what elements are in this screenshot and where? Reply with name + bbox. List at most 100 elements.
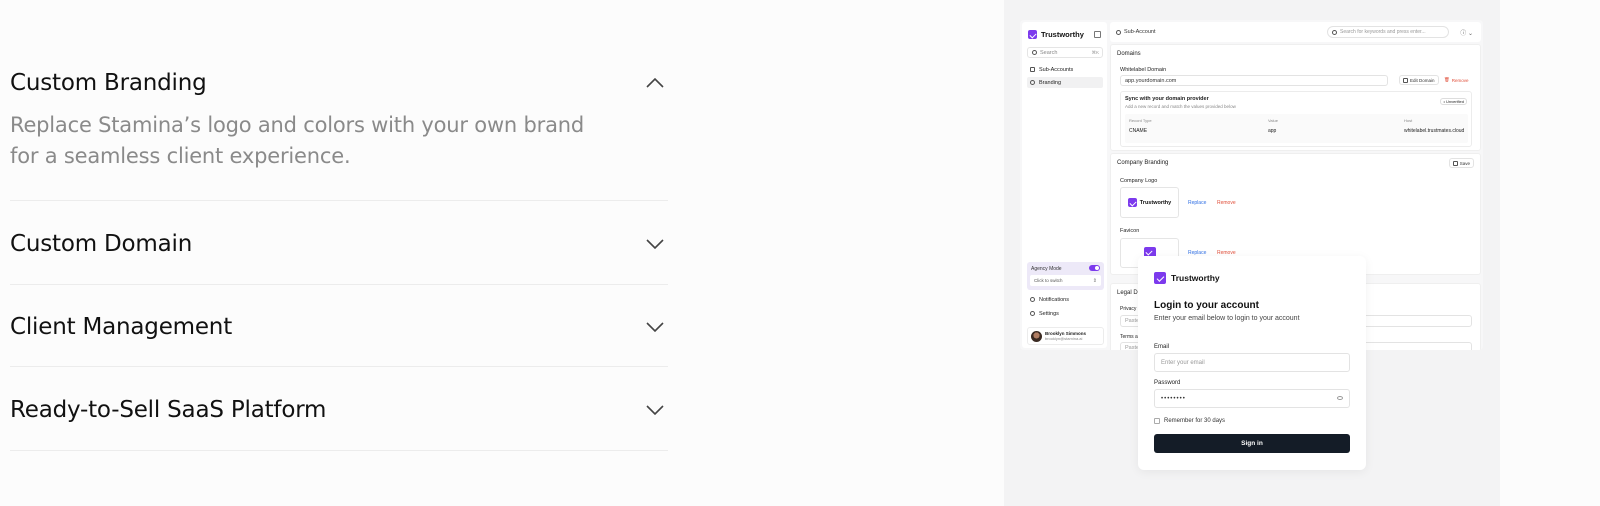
login-brand-name: Trustworthy [1171, 273, 1220, 283]
sidebar-item-notifications[interactable]: Notifications [1027, 294, 1103, 305]
search-shortcut: ⌘K [1091, 49, 1099, 55]
breadcrumb[interactable]: Sub-Account [1116, 29, 1156, 35]
building-icon [1030, 67, 1035, 72]
account-switcher[interactable]: Click to switch ⇕ [1030, 275, 1101, 286]
edit-domain-button[interactable]: Edit Domain [1399, 75, 1439, 85]
brand-logo-icon [1154, 272, 1166, 284]
sync-description: Add a new record and match the values pr… [1125, 104, 1236, 109]
remove-domain-button[interactable]: 🗑 Remove [1441, 75, 1472, 85]
accordion-title: Custom Branding [10, 70, 207, 96]
sidebar-item-sub-accounts[interactable]: Sub-Accounts [1027, 64, 1103, 75]
brand-logo-icon [1028, 30, 1037, 39]
table-cell[interactable]: whitelabel.trustmates.cloud [1404, 128, 1464, 134]
sidebar-search-placeholder: Search [1040, 49, 1058, 56]
favicon-label: Favicon [1120, 228, 1140, 234]
sidebar-item-settings[interactable]: Settings [1027, 308, 1103, 319]
accordion-title: Client Management [10, 314, 233, 340]
search-icon [1032, 50, 1037, 55]
brand-logo-icon [1127, 198, 1137, 207]
page: Custom Branding Replace Stamina’s logo a… [0, 0, 1600, 506]
login-card: Trustworthy Login to your account Enter … [1138, 256, 1366, 470]
brand-name: Trustworthy [1041, 30, 1084, 39]
help-icon[interactable]: ⓘ ⌄ [1460, 28, 1473, 37]
replace-logo-button[interactable]: Replace [1188, 200, 1206, 206]
bell-icon [1030, 297, 1035, 302]
chevron-up-icon[interactable] [644, 72, 666, 94]
accordion-item-custom-domain: Custom Domain [10, 201, 668, 285]
search-icon [1332, 29, 1337, 35]
user-profile[interactable]: Brooklyn Simmons brooklyn@stamina.ai [1027, 327, 1104, 345]
app-topbar: Sub-Account Search for keywords and pres… [1110, 22, 1481, 42]
checkbox-icon[interactable] [1154, 418, 1160, 424]
feature-accordion: Custom Branding Replace Stamina’s logo a… [10, 40, 668, 451]
breadcrumb-label: Sub-Account [1124, 29, 1156, 35]
email-field[interactable]: Enter your email [1154, 353, 1350, 372]
sidebar-search-input[interactable]: Search ⌘K [1027, 47, 1103, 58]
email-label: Email [1154, 344, 1170, 350]
top-search-placeholder: Search for keywords and press enter... [1340, 29, 1426, 35]
sidebar-item-label: Branding [1039, 79, 1062, 86]
top-search-input[interactable]: Search for keywords and press enter... [1327, 26, 1449, 38]
edit-icon [1403, 77, 1408, 83]
remember-label: Remember for 30 days [1164, 418, 1226, 424]
domains-title: Domains [1117, 51, 1141, 57]
remember-checkbox[interactable]: Remember for 30 days [1154, 418, 1225, 424]
table-cell[interactable]: CNAME [1129, 128, 1147, 134]
accordion-item-saas-platform: Ready-to-Sell SaaS Platform [10, 367, 668, 451]
trash-icon: 🗑 [1444, 77, 1450, 82]
chevron-down-icon[interactable] [644, 399, 666, 421]
accordion-header-custom-branding[interactable]: Custom Branding [10, 70, 668, 96]
company-branding-title: Company Branding [1117, 160, 1169, 166]
table-cell[interactable]: app [1268, 128, 1276, 134]
switcher-label: Click to switch [1034, 278, 1063, 283]
agency-mode-toggle[interactable] [1089, 265, 1100, 271]
sidebar-item-branding[interactable]: Branding [1027, 77, 1103, 88]
breadcrumb-icon [1116, 29, 1121, 35]
sync-box: Sync with your domain provider Add a new… [1120, 91, 1472, 147]
login-heading: Login to your account [1154, 300, 1259, 311]
accordion-header-client-management[interactable]: Client Management [10, 314, 668, 340]
accordion-header-custom-domain[interactable]: Custom Domain [10, 231, 668, 257]
save-icon [1452, 160, 1458, 166]
domain-input[interactable]: app.yourdomain.com [1120, 75, 1388, 86]
accordion-title: Custom Domain [10, 231, 193, 257]
user-info: Brooklyn Simmons brooklyn@stamina.ai [1045, 331, 1086, 341]
accordion-item-client-management: Client Management [10, 285, 668, 367]
gear-icon [1030, 311, 1035, 316]
agency-mode-card: Agency Mode Click to switch ⇕ [1027, 262, 1104, 290]
agency-mode-label: Agency Mode [1031, 266, 1062, 272]
accordion-title: Ready-to-Sell SaaS Platform [10, 397, 327, 423]
whitelabel-label: Whitelabel Domain [1120, 67, 1167, 73]
remove-domain-label: Remove [1451, 77, 1469, 83]
legal-title: Legal D [1117, 290, 1138, 296]
password-field[interactable]: •••••••• [1154, 389, 1350, 408]
sign-in-button[interactable]: Sign in [1154, 434, 1350, 453]
table-header: Value [1268, 118, 1278, 123]
sync-title: Sync with your domain provider [1125, 96, 1209, 102]
app-sidebar: Trustworthy Search ⌘K Sub-Accounts Brand… [1022, 22, 1107, 348]
accordion-item-custom-branding: Custom Branding Replace Stamina’s logo a… [10, 40, 668, 201]
accordion-header-saas-platform[interactable]: Ready-to-Sell SaaS Platform [10, 397, 668, 423]
company-logo-label: Company Logo [1120, 178, 1158, 184]
sync-status-badge: • Unverified [1440, 98, 1467, 105]
sidebar-item-label: Settings [1039, 310, 1059, 317]
table-header: Host [1404, 118, 1413, 123]
eye-icon[interactable] [1337, 396, 1343, 400]
sidebar-item-label: Notifications [1039, 296, 1069, 303]
edit-domain-label: Edit Domain [1410, 77, 1435, 83]
password-value: •••••••• [1161, 395, 1186, 402]
chevron-down-icon[interactable] [644, 316, 666, 338]
company-logo-text: Trustworthy [1139, 199, 1172, 206]
login-brand: Trustworthy [1154, 272, 1220, 284]
save-button[interactable]: Save [1448, 158, 1474, 168]
table-header: Record Type [1129, 118, 1152, 123]
dns-record-table: Record Type Value Host CNAME app whitela… [1125, 114, 1468, 143]
palette-icon [1030, 80, 1035, 85]
terms-label: Terms ar [1120, 334, 1140, 340]
remove-logo-button[interactable]: Remove [1217, 200, 1236, 206]
sidebar-collapse-icon[interactable] [1094, 31, 1101, 38]
password-label: Password [1154, 380, 1181, 386]
save-label: Save [1459, 160, 1470, 166]
chevron-updown-icon: ⇕ [1092, 277, 1097, 284]
chevron-down-icon[interactable] [644, 233, 666, 255]
